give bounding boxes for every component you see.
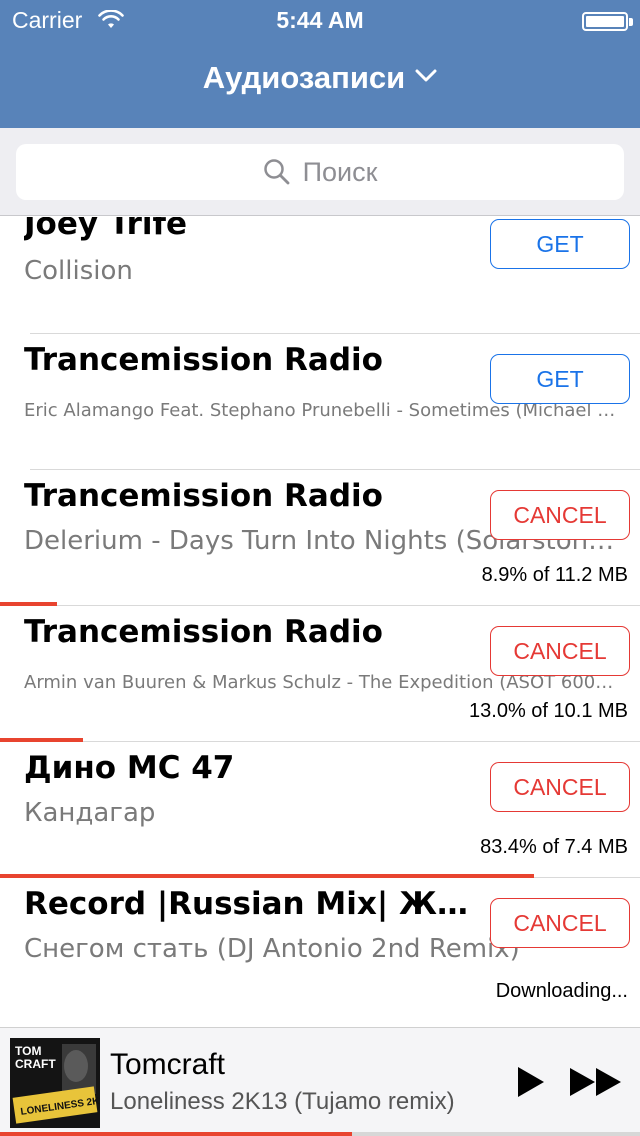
search-bar: Поиск: [0, 128, 640, 216]
now-playing-track: Loneliness 2K13 (Tujamo remix): [110, 1088, 455, 1115]
item-title: Trancemission Radio: [24, 342, 383, 378]
item-title: Trancemission Radio: [24, 478, 383, 514]
nav-title-dropdown[interactable]: Аудиозаписи: [0, 60, 640, 96]
download-status-text: Downloading...: [495, 980, 628, 1002]
now-playing-artist: Tomcraft: [110, 1048, 226, 1081]
list-item[interactable]: Дино MC 47 Кандагар CANCEL 83.4% of 7.4 …: [0, 742, 640, 878]
audio-list[interactable]: Joey Trife Collision GET Trancemission R…: [0, 217, 640, 1027]
playback-progress-track[interactable]: [0, 1132, 640, 1136]
album-artwork: TOM CRAFT LONELINESS 2K13: [10, 1038, 100, 1128]
fast-forward-icon[interactable]: [568, 1064, 624, 1100]
list-item[interactable]: Trancemission Radio Eric Alamango Feat. …: [0, 334, 640, 470]
cancel-button[interactable]: CANCEL: [490, 898, 630, 948]
list-item[interactable]: Trancemission Radio Delerium - Days Turn…: [0, 470, 640, 606]
mini-player[interactable]: TOM CRAFT LONELINESS 2K13 Tomcraft Lonel…: [0, 1027, 640, 1136]
status-bar: Carrier 5:44 AM: [0, 0, 640, 40]
get-button[interactable]: GET: [490, 219, 630, 269]
search-input[interactable]: Поиск: [16, 144, 624, 200]
status-time: 5:44 AM: [276, 7, 364, 33]
cancel-button[interactable]: CANCEL: [490, 762, 630, 812]
playback-progress-bar: [0, 1132, 352, 1136]
list-item[interactable]: Joey Trife Collision GET: [0, 217, 640, 334]
search-icon: [263, 159, 289, 185]
item-title: Joey Trife: [24, 217, 188, 242]
download-progress-text: 8.9% of 11.2 MB: [481, 564, 628, 586]
battery-icon: [582, 12, 633, 31]
item-title: Дино MC 47: [24, 750, 235, 786]
page-title: Аудиозаписи: [202, 60, 406, 95]
download-progress-text: 83.4% of 7.4 MB: [480, 836, 628, 858]
get-button[interactable]: GET: [490, 354, 630, 404]
cancel-button[interactable]: CANCEL: [490, 490, 630, 540]
svg-text:TOM: TOM: [15, 1044, 41, 1058]
item-title: Trancemission Radio: [24, 614, 383, 650]
search-placeholder: Поиск: [302, 156, 378, 187]
list-item[interactable]: Record |Russian Mix| Жин... Снегом стать…: [0, 878, 640, 1014]
svg-text:CRAFT: CRAFT: [15, 1057, 56, 1071]
chevron-down-icon: [415, 69, 437, 82]
list-item[interactable]: Trancemission Radio Armin van Buuren & M…: [0, 606, 640, 742]
cancel-button[interactable]: CANCEL: [490, 626, 630, 676]
download-progress-text: 13.0% of 10.1 MB: [469, 700, 628, 722]
navigation-header: Carrier 5:44 AM Аудиозаписи: [0, 0, 640, 128]
play-icon[interactable]: [512, 1064, 548, 1100]
item-title: Record |Russian Mix| Жин...: [24, 886, 474, 922]
